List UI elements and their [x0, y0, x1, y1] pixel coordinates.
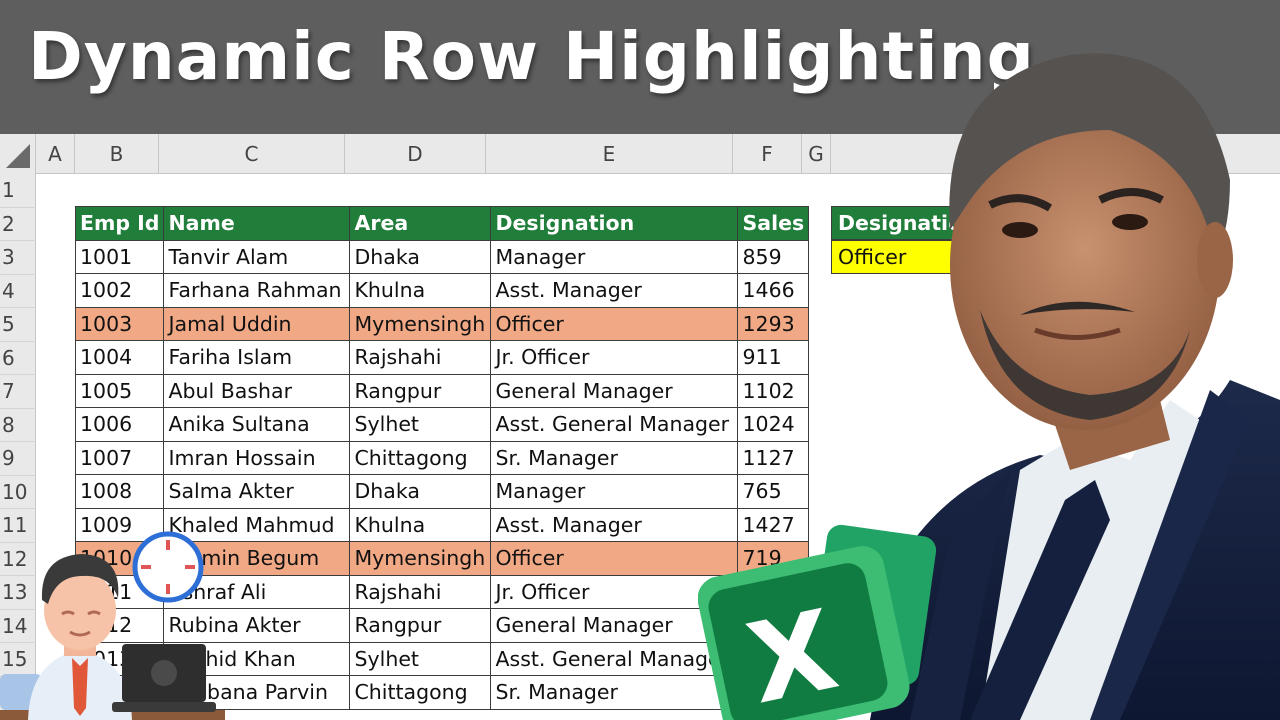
sales-cell[interactable]: 1127 — [737, 440, 810, 475]
column-header-b[interactable]: B — [75, 134, 159, 174]
name-cell[interactable]: Abul Bashar — [163, 373, 351, 408]
sales-cell[interactable]: 859 — [737, 239, 810, 274]
area-cell[interactable]: Chittagong — [349, 675, 492, 710]
column-header-g[interactable]: G — [802, 134, 831, 174]
row-header[interactable]: 7 — [0, 375, 36, 409]
name-cell[interactable]: Salma Akter — [163, 474, 351, 509]
designation-cell[interactable]: Manager — [490, 474, 739, 509]
table-row-highlighted: 1003 Jamal Uddin Mymensingh Officer 1293 — [74, 306, 810, 341]
table-row: 1005 Abul Bashar Rangpur General Manager 110… — [74, 373, 810, 408]
area-cell[interactable]: Khulna — [349, 273, 492, 308]
area-cell[interactable]: Rajshahi — [349, 574, 492, 609]
designation-cell[interactable]: Asst. Manager — [490, 273, 739, 308]
designation-cell[interactable]: Sr. Manager — [490, 440, 739, 475]
name-cell[interactable]: Anika Sultana — [163, 407, 351, 442]
area-cell[interactable]: Sylhet — [349, 641, 492, 676]
column-header-f[interactable]: F — [733, 134, 802, 174]
column-header-a[interactable]: A — [36, 134, 75, 174]
column-header-d[interactable]: D — [345, 134, 486, 174]
sales-cell[interactable]: 1102 — [737, 373, 810, 408]
area-cell[interactable]: Dhaka — [349, 239, 492, 274]
designation-cell[interactable]: Manager — [490, 239, 739, 274]
excel-logo-icon: X — [698, 524, 937, 720]
emp-id-cell[interactable]: 1004 — [74, 340, 165, 375]
sales-cell[interactable]: 1293 — [737, 306, 810, 341]
office-worker-icon — [0, 554, 225, 720]
row-header[interactable]: 1 — [0, 174, 36, 208]
emp-id-cell[interactable]: 1005 — [74, 373, 165, 408]
row-header[interactable]: 2 — [0, 208, 36, 241]
sales-cell[interactable]: 1024 — [737, 407, 810, 442]
header-cell-emp-id[interactable]: Emp Id — [74, 206, 165, 241]
name-cell[interactable]: Tanvir Alam — [163, 239, 351, 274]
emp-id-cell[interactable]: 1008 — [74, 474, 165, 509]
row-header[interactable]: 8 — [0, 409, 36, 442]
designation-cell[interactable]: General Manager — [490, 373, 739, 408]
emp-id-cell[interactable]: 1006 — [74, 407, 165, 442]
header-cell-name[interactable]: Name — [163, 206, 351, 241]
row-header[interactable]: 4 — [0, 275, 36, 308]
designation-cell[interactable]: Asst. General Manager — [490, 407, 739, 442]
row-header[interactable]: 5 — [0, 308, 36, 342]
row-header[interactable]: 10 — [0, 476, 36, 509]
name-cell[interactable]: Fariha Islam — [163, 340, 351, 375]
sales-cell[interactable]: 765 — [737, 474, 810, 509]
column-header-c[interactable]: C — [159, 134, 345, 174]
row-header[interactable]: 3 — [0, 241, 36, 275]
emp-id-cell[interactable]: 1007 — [74, 440, 165, 475]
designation-cell[interactable]: Officer — [490, 306, 739, 341]
row-header[interactable]: 6 — [0, 342, 36, 375]
header-cell-designation[interactable]: Designation — [490, 206, 739, 241]
emp-id-cell[interactable]: 1002 — [74, 273, 165, 308]
area-cell[interactable]: Rangpur — [349, 373, 492, 408]
area-cell[interactable]: Chittagong — [349, 440, 492, 475]
area-cell[interactable]: Rangpur — [349, 608, 492, 643]
sales-cell[interactable]: 911 — [737, 340, 810, 375]
emp-id-cell[interactable]: 1001 — [74, 239, 165, 274]
table-row: 1006 Anika Sultana Sylhet Asst. General Man… — [74, 407, 810, 442]
table-row: 1007 Imran Hossain Chittagong Sr. Manager 11… — [74, 440, 810, 475]
name-cell[interactable]: Jamal Uddin — [163, 306, 351, 341]
sales-cell[interactable]: 1466 — [737, 273, 810, 308]
area-cell[interactable]: Dhaka — [349, 474, 492, 509]
area-cell[interactable]: Rajshahi — [349, 340, 492, 375]
table-header-row: Emp Id Name Area Designation Sales — [74, 206, 810, 241]
row-header[interactable]: 9 — [0, 442, 36, 476]
area-cell[interactable]: Mymensingh — [349, 541, 492, 576]
header-cell-area[interactable]: Area — [349, 206, 492, 241]
area-cell[interactable]: Mymensingh — [349, 306, 492, 341]
corner-select-icon[interactable] — [6, 144, 30, 168]
table-row: 1008 Salma Akter Dhaka Manager 765 — [74, 474, 810, 509]
row-header[interactable]: 11 — [0, 509, 36, 543]
area-cell[interactable]: Khulna — [349, 507, 492, 542]
table-row: 1002 Farhana Rahman Khulna Asst. Manager 146… — [74, 273, 810, 308]
area-cell[interactable]: Sylhet — [349, 407, 492, 442]
name-cell[interactable]: Farhana Rahman — [163, 273, 351, 308]
column-header-e[interactable]: E — [486, 134, 733, 174]
name-cell[interactable]: Imran Hossain — [163, 440, 351, 475]
header-cell-sales[interactable]: Sales — [737, 206, 810, 241]
table-row: 1004 Fariha Islam Rajshahi Jr. Officer 911 — [74, 340, 810, 375]
designation-cell[interactable]: Jr. Officer — [490, 340, 739, 375]
table-row: 1001 Tanvir Alam Dhaka Manager 859 — [74, 239, 810, 274]
emp-id-cell[interactable]: 1003 — [74, 306, 165, 341]
